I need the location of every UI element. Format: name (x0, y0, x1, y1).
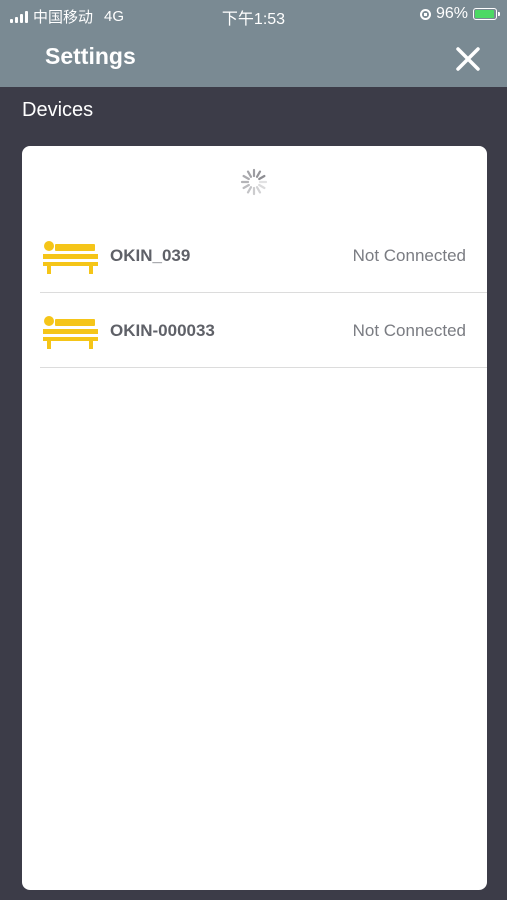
battery-fill (475, 10, 495, 18)
device-name: OKIN_039 (110, 246, 191, 265)
close-button[interactable] (453, 44, 483, 74)
page-title: Settings (45, 43, 136, 69)
battery-percent: 96% (435, 5, 468, 22)
spinner-spoke (242, 174, 250, 181)
spinner-spoke (258, 183, 266, 190)
bed-icon (43, 316, 98, 349)
loading-spinner-icon (240, 168, 268, 196)
close-icon (456, 47, 480, 71)
device-row[interactable]: OKIN-000033 Not Connected (22, 293, 487, 368)
spinner-spoke (255, 186, 262, 194)
settings-header: Settings (0, 29, 507, 87)
device-list: OKIN_039 Not Connected OKIN-000033 Not C… (22, 218, 487, 368)
spinner-spoke (246, 170, 253, 178)
devices-card: OKIN_039 Not Connected OKIN-000033 Not C… (22, 146, 487, 890)
spinner-spoke (255, 170, 262, 178)
spinner-spoke (246, 186, 253, 194)
battery-icon (473, 8, 500, 20)
spinner-spoke (258, 174, 266, 181)
device-status: Not Connected (352, 321, 466, 340)
status-bar-right: 96% (419, 5, 500, 23)
device-status: Not Connected (352, 246, 466, 265)
device-row[interactable]: OKIN_039 Not Connected (22, 218, 487, 293)
rotation-lock-icon (419, 8, 431, 20)
device-name: OKIN-000033 (110, 321, 215, 340)
section-label-devices: Devices (22, 99, 94, 121)
spinner-spoke (242, 183, 250, 190)
bed-icon (43, 241, 98, 274)
status-bar: 中国移动 4G 下午1:53 96% (0, 0, 507, 29)
